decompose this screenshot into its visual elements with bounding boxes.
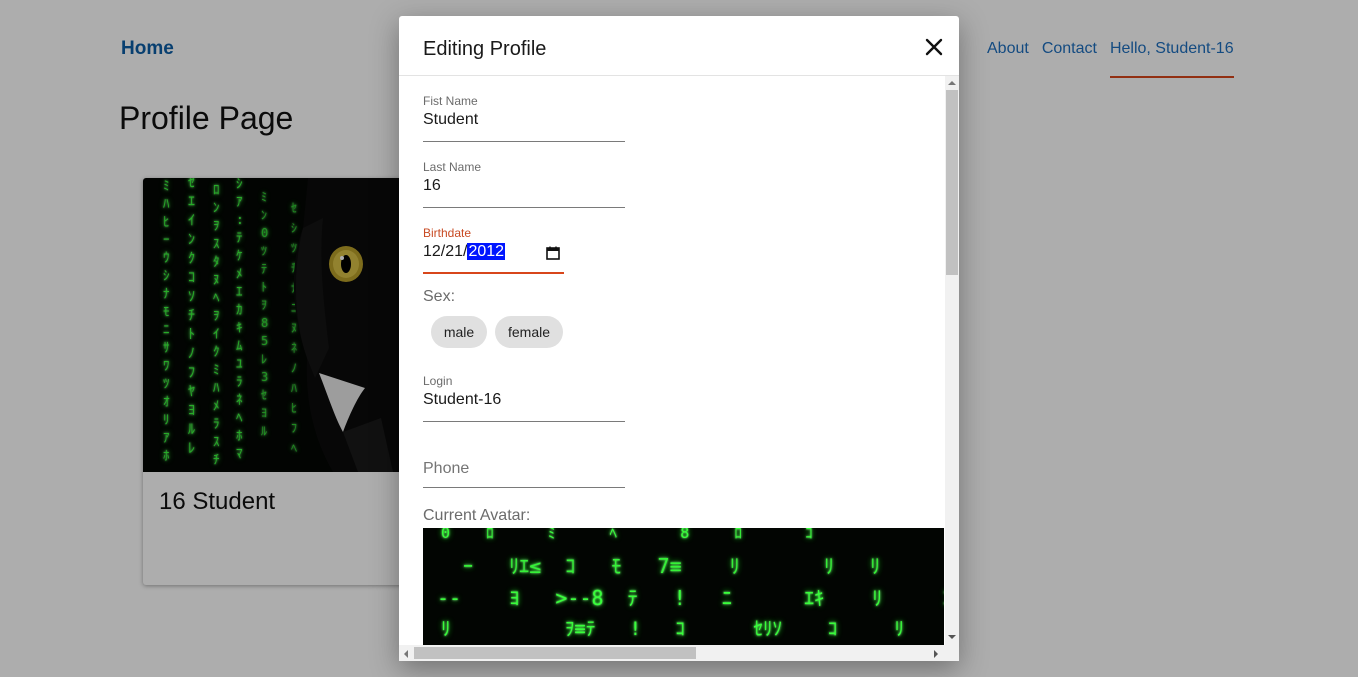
sex-chip-female[interactable]: female [495,316,563,348]
scroll-left-arrow-icon[interactable] [402,649,410,659]
dialog-header: Editing Profile [399,16,959,76]
birthdate-year-selected[interactable]: 2012 [467,243,506,260]
first-name-value[interactable]: Student [423,111,478,129]
dialog-horizontal-scroll-thumb[interactable] [414,647,696,659]
edit-profile-dialog: Editing Profile Fist Name Student Last N… [399,16,959,661]
scrollbar-corner [945,645,959,661]
first-name-label: Fist Name [423,94,478,108]
phone-field[interactable]: Phone [423,450,625,488]
close-icon [925,38,943,56]
close-button[interactable] [921,34,947,60]
dialog-title: Editing Profile [423,38,547,60]
last-name-value[interactable]: 16 [423,177,441,195]
login-label: Login [423,374,453,388]
phone-placeholder[interactable]: Phone [423,460,469,478]
first-name-field[interactable]: Fist Name Student [423,94,625,142]
birthdate-label: Birthdate [423,226,472,240]
scroll-down-arrow-icon[interactable] [947,633,957,641]
login-field[interactable]: Login Student-16 [423,374,625,422]
current-avatar-image: 0 ﾛ ﾐ ﾍ 8 ﾛ ｺ ｰ ﾘｴ≤ ｺ ﾓ 7≡ ﾘ ﾘ ﾘ -- ﾖ >-… [423,528,944,646]
sex-chip-male[interactable]: male [431,316,487,348]
dialog-vertical-scroll-thumb[interactable] [946,90,958,275]
birthdate-value[interactable]: 12/21/2012 [423,243,506,261]
sex-label: Sex: [423,288,456,305]
calendar-icon[interactable] [546,246,560,260]
scroll-up-arrow-icon[interactable] [947,79,957,87]
dialog-body[interactable]: Fist Name Student Last Name 16 Birthdate… [399,76,944,646]
birthdate-field[interactable]: Birthdate 12/21/2012 [423,226,564,274]
login-value[interactable]: Student-16 [423,391,501,409]
scroll-right-arrow-icon[interactable] [932,649,940,659]
current-avatar-label: Current Avatar: [423,507,531,524]
birthdate-month-day[interactable]: 12/21/ [423,243,467,260]
last-name-field[interactable]: Last Name 16 [423,160,625,208]
last-name-label: Last Name [423,160,482,174]
